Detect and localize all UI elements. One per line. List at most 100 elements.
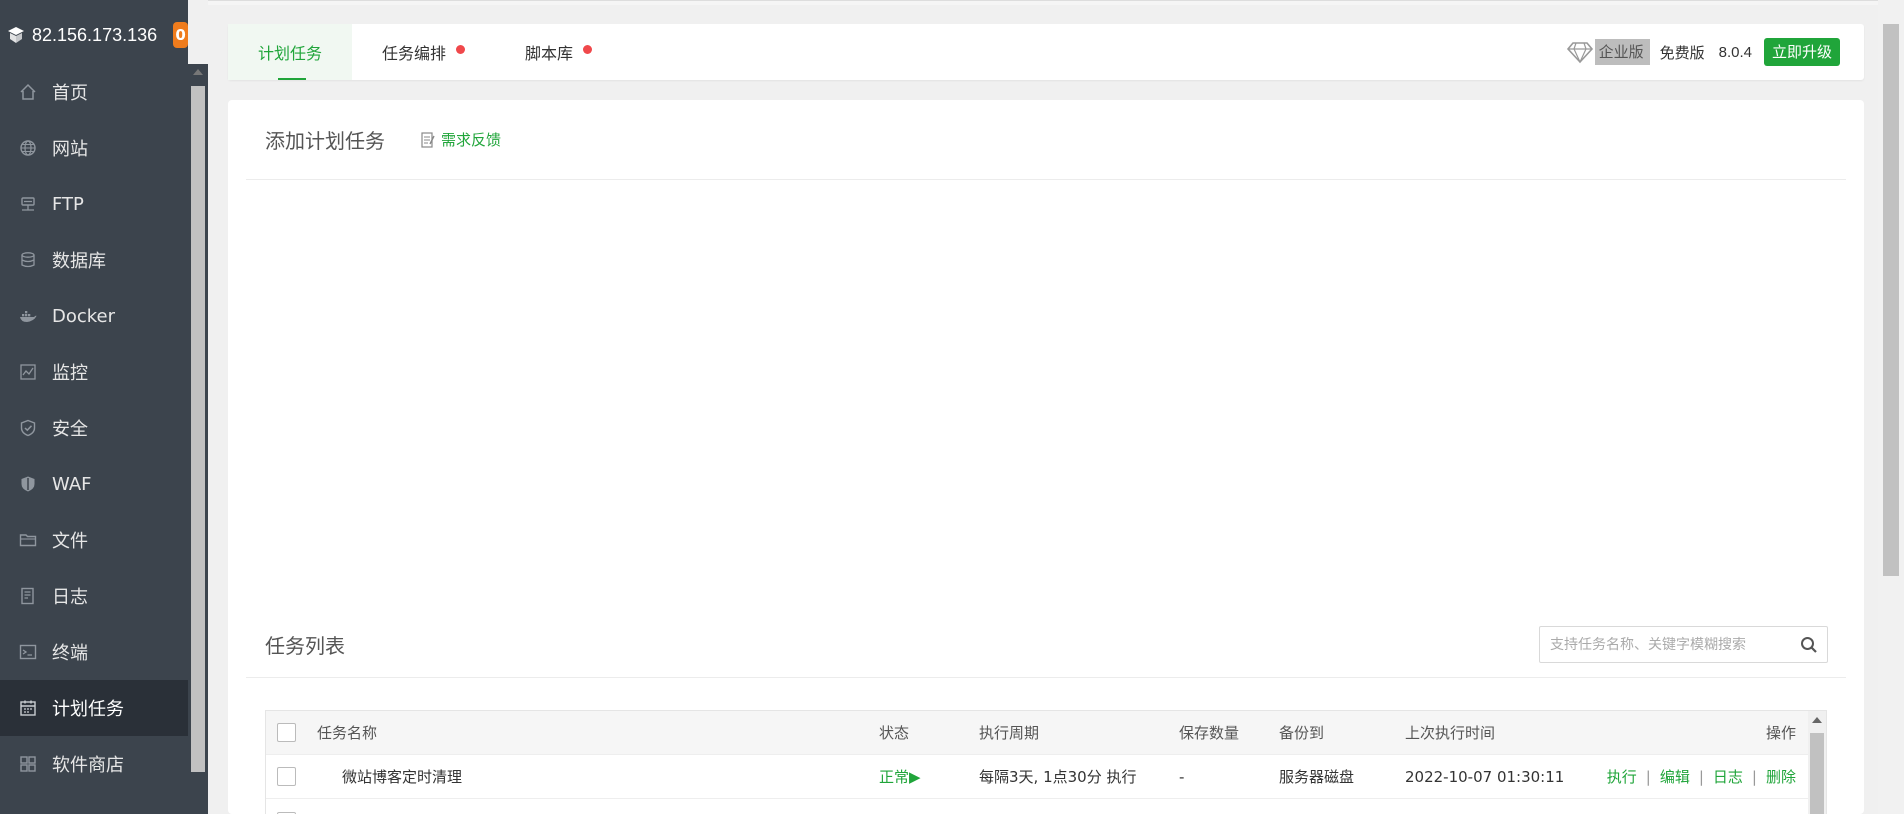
sidebar-item-label: 首页 [52,83,88,104]
page-scroll-thumb[interactable] [1883,24,1899,576]
sidebar-item-10[interactable]: 终端 [0,624,188,680]
sidebar-header: 82.156.173.136 0 [0,0,188,70]
sidebar-item-label: 网站 [52,139,88,160]
table-header-row: 任务名称 状态 执行周期 保存数量 备份到 上次执行时间 操作 [266,711,1826,755]
task-name: 微站博客定时清理 [342,768,463,786]
home-icon [18,82,38,102]
task-last-run: 2022-10-07 01:30:11 [1405,767,1565,786]
scroll-up-arrow-icon[interactable] [1812,717,1822,723]
feedback-link[interactable]: 需求反馈 [421,129,501,150]
sidebar-item-label: 数据库 [52,251,106,272]
action-separator: | [1698,768,1704,786]
sidebar-item-9[interactable]: 日志 [0,568,188,624]
apps-icon [18,754,38,774]
diamond-icon [1565,39,1595,65]
enterprise-label: 企业版 [1594,39,1650,65]
select-all-checkbox[interactable] [277,723,296,742]
page-scrollbar[interactable] [1878,0,1904,814]
log-icon [18,586,38,606]
sidebar-item-3[interactable]: 数据库 [0,232,188,288]
task-list-header: 任务列表 [246,612,1846,678]
version-number: 8.0.4 [1718,43,1752,61]
sidebar-item-label: 安全 [52,419,88,440]
sidebar-item-label: 计划任务 [52,699,124,720]
sidebar-item-12[interactable]: 软件商店 [0,736,188,792]
add-task-title: 添加计划任务 [265,129,385,153]
task-status-toggle[interactable]: 正常▶ [879,766,979,787]
monitor-icon [18,362,38,382]
search-box [1539,626,1828,663]
sidebar-item-11[interactable]: 计划任务 [0,680,188,736]
sidebar-item-1[interactable]: 网站 [0,120,188,176]
task-keep-count: - [1179,767,1185,786]
sidebar-item-label: WAF [52,473,92,495]
folder-icon [18,530,38,550]
column-header-last-run[interactable]: 上次执行时间 [1405,722,1591,743]
tab-script-library[interactable]: 脚本库 [495,24,622,80]
globe-icon [18,138,38,158]
add-task-header: 添加计划任务 需求反馈 [246,100,1846,180]
sidebar-item-4[interactable]: Docker [0,288,188,344]
task-actions: 执行 | 编辑 | 日志 | 删除 [1591,766,1826,787]
sidebar-item-6[interactable]: 安全 [0,400,188,456]
column-header-keep[interactable]: 保存数量 [1179,722,1279,743]
upgrade-button[interactable]: 立即升级 [1763,38,1840,66]
notification-badge[interactable]: 0 [173,22,188,48]
tab-scheduled-tasks[interactable]: 计划任务 [228,24,353,80]
calendar-icon [18,698,38,718]
sidebar-menu: 首页网站 FTP 数据库 Docker 监控安全 WAF 文件日志终端计划任务软件商店 [0,64,188,792]
top-divider [208,0,1904,5]
sidebar-item-2[interactable]: FTP [0,176,188,232]
sidebar-item-5[interactable]: 监控 [0,344,188,400]
sidebar-item-label: 终端 [52,643,88,664]
tab-label: 脚本库 [525,44,574,63]
free-edition-label: 免费版 [1659,43,1705,62]
action-separator: | [1751,768,1757,786]
task-backup-target: 服务器磁盘 [1279,768,1355,786]
sidebar-item-8[interactable]: 文件 [0,512,188,568]
main-panel: 添加计划任务 需求反馈 任务列表 [228,100,1864,814]
edit-task-link[interactable]: 编辑 [1660,768,1690,786]
tab-bar: 计划任务 任务编排 脚本库 企业版 免费版 8.0.4 立即升级 [228,24,1864,80]
search-icon[interactable] [1791,627,1827,662]
sidebar: 82.156.173.136 0 首页网站 FTP 数据库 Docker 监控安全 WAF… [0,0,188,814]
new-dot-icon [583,44,593,54]
scroll-up-arrow-icon[interactable] [193,69,203,75]
table-scrollbar[interactable] [1808,711,1826,814]
edit-note-icon [421,131,435,148]
sidebar-item-0[interactable]: 首页 [0,64,188,120]
column-header-period[interactable]: 执行周期 [979,722,1179,743]
row-checkbox[interactable] [277,767,296,786]
tab-task-orchestration[interactable]: 任务编排 [352,24,495,80]
task-period: 每隔3天, 1点30分 执行 [979,768,1137,786]
delete-task-link[interactable]: 删除 [1766,768,1796,786]
sidebar-scroll-thumb[interactable] [191,86,205,772]
column-header-name[interactable]: 任务名称 [317,722,879,743]
enterprise-badge[interactable]: 企业版 [1565,39,1650,65]
waf-icon [18,474,38,494]
sidebar-item-label: 软件商店 [52,755,124,776]
table-scroll-thumb[interactable] [1810,733,1824,814]
table-row: 微站博客定时清理 正常▶ 每隔3天, 1点30分 执行 - 服务器磁盘 2022… [266,755,1826,799]
database-icon [18,250,38,270]
column-header-backup[interactable]: 备份到 [1279,722,1405,743]
terminal-icon [18,642,38,662]
sidebar-scrollbar[interactable] [188,64,208,814]
sidebar-item-label: Docker [52,305,116,327]
task-log-link[interactable]: 日志 [1713,768,1743,786]
sidebar-item-label: 日志 [52,587,88,608]
ftp-icon [18,194,38,214]
feedback-label: 需求反馈 [441,131,502,149]
sidebar-item-label: 文件 [52,531,88,552]
version-info: 企业版 免费版 8.0.4 立即升级 [1565,38,1864,66]
server-ip[interactable]: 82.156.173.136 [32,25,157,46]
search-input[interactable] [1540,627,1791,662]
tab-label: 任务编排 [382,44,447,63]
new-dot-icon [456,44,466,54]
run-task-link[interactable]: 执行 [1607,768,1637,786]
column-header-status[interactable]: 状态 [879,722,979,743]
table-row [266,799,1826,814]
server-icon [6,24,26,46]
tab-label: 计划任务 [258,44,323,63]
sidebar-item-7[interactable]: WAF [0,456,188,512]
